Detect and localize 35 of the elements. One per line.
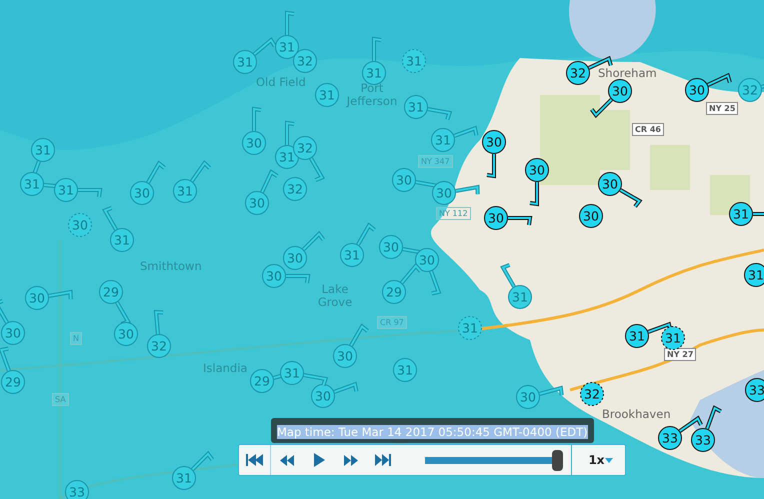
place-label: Old Field	[256, 76, 306, 89]
station-marker: 31	[744, 263, 764, 287]
road-shield: NY 25	[706, 102, 738, 115]
station-marker: 30	[114, 322, 138, 346]
place-label: Islandia	[203, 362, 248, 375]
play-icon	[314, 453, 324, 467]
station-marker: 32	[580, 382, 604, 406]
station-marker: 32	[293, 49, 317, 73]
station-marker: 31	[402, 49, 426, 73]
skip-to-end-icon	[374, 454, 392, 466]
station-marker: 33	[745, 378, 764, 402]
station-marker: 31	[315, 83, 339, 107]
park-area	[650, 145, 690, 190]
place-label: Smithtown	[140, 260, 202, 273]
place-label: Brookhaven	[602, 408, 671, 421]
station-marker: 31	[458, 316, 482, 340]
station-marker: 32	[738, 78, 764, 102]
speed-dropdown[interactable]: 1x	[571, 445, 625, 475]
place-label: Shoreham	[598, 67, 657, 80]
station-marker: 33	[65, 480, 89, 499]
slider-thumb[interactable]	[552, 450, 563, 470]
place-label: Port Jefferson	[345, 82, 398, 108]
place-label: Lake Grove	[316, 283, 354, 308]
station-marker: 30	[579, 204, 603, 228]
road-shield: NY 27	[664, 348, 696, 361]
road-shield: CR 46	[632, 123, 664, 136]
map-time-label: Map time: Tue Mar 14 2017 05:50:45 GMT-0400 (EDT)	[277, 425, 588, 439]
skip-to-start-icon	[246, 454, 264, 466]
station-marker: 30	[68, 213, 92, 237]
station-marker: 32	[283, 177, 307, 201]
fast-forward-icon	[344, 454, 358, 466]
station-marker: 31	[393, 358, 417, 382]
rewind-icon	[280, 454, 294, 466]
caret-icon	[604, 458, 613, 462]
station-marker: 31	[661, 326, 685, 350]
